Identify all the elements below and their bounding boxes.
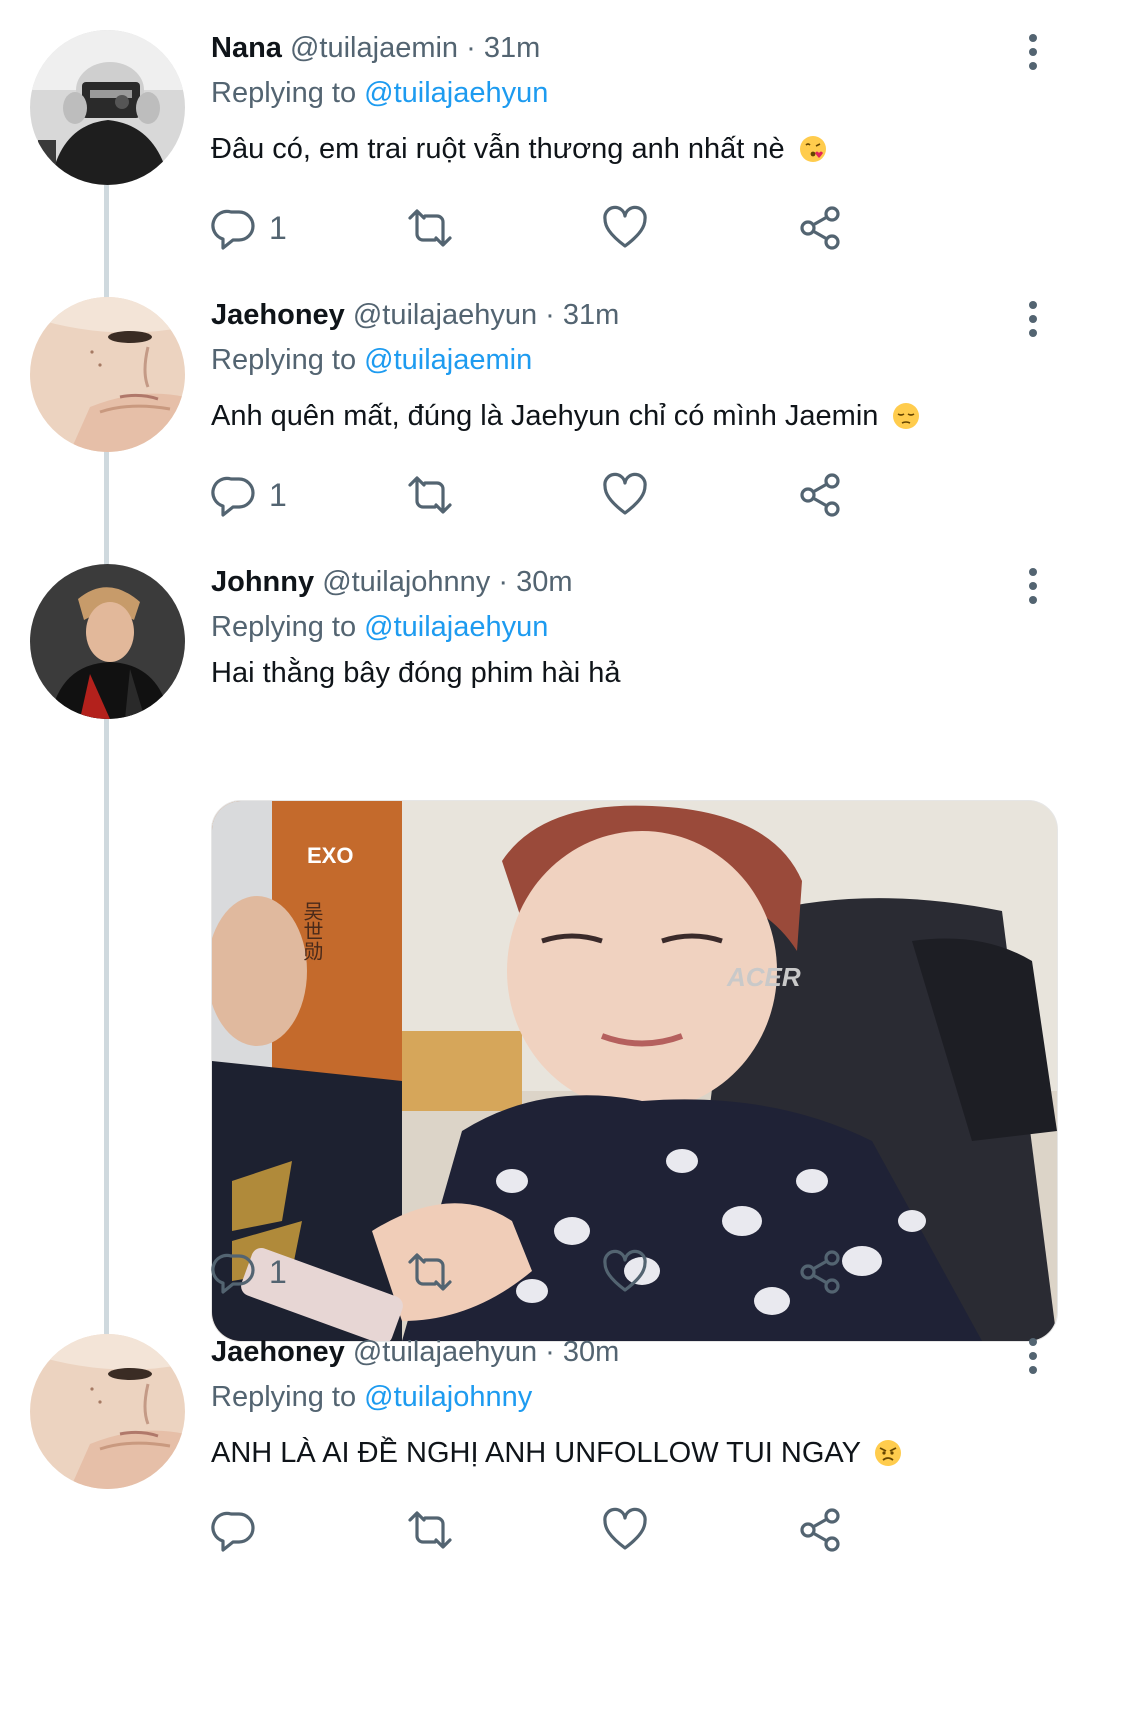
replying-to-label: Replying to	[211, 77, 357, 109]
retweet-icon	[408, 1511, 452, 1549]
tweet-text: Đâu có, em trai ruột vẫn thương anh nhất…	[211, 133, 785, 165]
user-handle[interactable]: @tuilajohnny	[322, 566, 490, 598]
share-icon	[800, 1250, 840, 1294]
reply-icon	[211, 1511, 255, 1552]
reply-button[interactable]: 1	[211, 467, 287, 523]
share-icon	[800, 473, 840, 517]
heart-icon	[603, 472, 647, 515]
heart-icon	[603, 1249, 647, 1292]
poster-text-chinese: 吴世勋	[300, 901, 324, 961]
reply-icon	[211, 209, 255, 250]
more-options-icon[interactable]	[1013, 32, 1053, 72]
retweet-icon	[408, 1253, 452, 1291]
reply-count: 1	[269, 210, 287, 246]
avatar[interactable]	[30, 1334, 185, 1489]
like-button[interactable]	[601, 200, 649, 256]
separator: ·	[466, 32, 476, 64]
replying-to-handle[interactable]: @tuilajaehyun	[364, 611, 548, 643]
retweet-button[interactable]	[406, 1244, 454, 1300]
share-button[interactable]	[796, 467, 844, 523]
display-name[interactable]: Jaehoney	[211, 1336, 345, 1368]
tweet[interactable]: Jaehoney @tuilajaehyun · 31m Replying to…	[0, 297, 1125, 547]
display-name[interactable]: Jaehoney	[211, 299, 345, 331]
like-button[interactable]	[601, 467, 649, 523]
retweet-icon	[408, 476, 452, 514]
display-name[interactable]: Nana	[211, 32, 282, 64]
more-options-icon[interactable]	[1013, 1336, 1053, 1376]
action-bar	[211, 1502, 911, 1558]
reply-count: 1	[269, 477, 287, 513]
reply-button[interactable]: 1	[211, 200, 287, 256]
separator: ·	[498, 566, 509, 598]
more-options-icon[interactable]	[1013, 299, 1053, 339]
display-name[interactable]: Johnny	[211, 566, 314, 598]
timestamp[interactable]: 31m	[563, 299, 619, 331]
reply-icon	[211, 1253, 255, 1294]
share-icon	[800, 206, 840, 250]
share-button[interactable]	[796, 200, 844, 256]
share-button[interactable]	[796, 1502, 844, 1558]
like-button[interactable]	[601, 1502, 649, 1558]
poster-text-exo: EXO	[307, 843, 353, 868]
avatar[interactable]	[30, 297, 185, 452]
share-icon	[800, 1508, 840, 1552]
reply-button[interactable]	[211, 1502, 269, 1558]
action-bar: 1	[211, 1244, 911, 1300]
replying-to-label: Replying to	[211, 611, 357, 643]
replying-to-label: Replying to	[211, 344, 357, 376]
tweet-text: Anh quên mất, đúng là Jaehyun chỉ có mìn…	[211, 400, 879, 432]
timestamp[interactable]: 31m	[484, 32, 540, 64]
replying-to-handle[interactable]: @tuilajohnny	[364, 1381, 532, 1413]
replying-to-handle[interactable]: @tuilajaemin	[364, 344, 532, 376]
timestamp[interactable]: 30m	[516, 566, 572, 598]
more-options-icon[interactable]	[1013, 566, 1053, 606]
retweet-button[interactable]	[406, 1502, 454, 1558]
user-handle[interactable]: @tuilajaehyun	[353, 1336, 537, 1368]
reply-icon	[211, 476, 255, 517]
retweet-button[interactable]	[406, 467, 454, 523]
reply-button[interactable]: 1	[211, 1244, 287, 1300]
retweet-button[interactable]	[406, 200, 454, 256]
separator: ·	[545, 1336, 555, 1368]
user-handle[interactable]: @tuilajaehyun	[353, 299, 537, 331]
user-handle[interactable]: @tuilajaemin	[290, 32, 458, 64]
face-blowing-kiss-emoji	[799, 136, 826, 162]
chair-brand-text: ACER	[726, 962, 801, 992]
replying-to-label: Replying to	[211, 1381, 357, 1413]
tweet-text: ANH LÀ AI ĐỀ NGHỊ ANH UNFOLLOW TUI NGAY	[211, 1437, 861, 1469]
replying-to-handle[interactable]: @tuilajaehyun	[364, 77, 548, 109]
retweet-icon	[408, 209, 452, 247]
separator: ·	[545, 299, 555, 331]
share-button[interactable]	[796, 1244, 844, 1300]
action-bar: 1	[211, 200, 911, 256]
angry-face-emoji	[875, 1440, 902, 1466]
tweet-text: Hai thằng bây đóng phim hài hả	[211, 657, 621, 689]
pensive-face-emoji	[893, 403, 920, 429]
avatar[interactable]	[30, 30, 185, 185]
action-bar: 1	[211, 467, 911, 523]
reply-count: 1	[269, 1254, 287, 1290]
avatar[interactable]	[30, 564, 185, 719]
like-button[interactable]	[601, 1244, 649, 1300]
tweet[interactable]: Johnny @tuilajohnny · 30m Replying to @t…	[0, 564, 1125, 1454]
heart-icon	[603, 205, 647, 248]
tweet[interactable]: Jaehoney @tuilajaehyun · 30m Replying to…	[0, 1334, 1125, 1728]
heart-icon	[603, 1507, 647, 1550]
tweet[interactable]: Nana @tuilajaemin · 31m Replying to @tui…	[0, 30, 1125, 280]
timestamp[interactable]: 30m	[563, 1336, 619, 1368]
